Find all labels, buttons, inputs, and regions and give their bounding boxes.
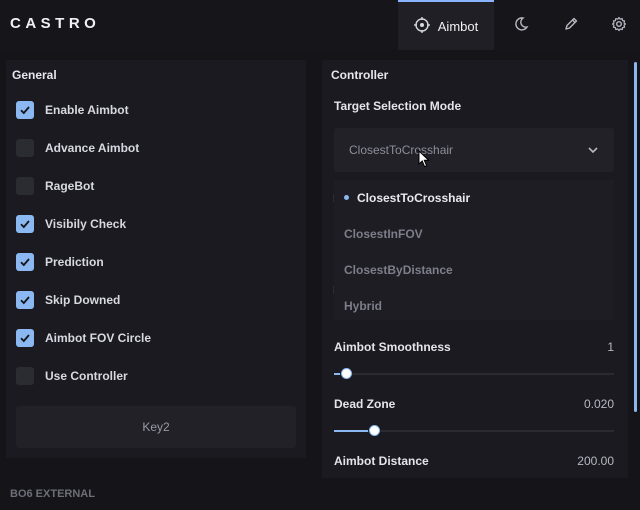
checkbox-enable-aimbot[interactable]: Enable Aimbot	[16, 100, 129, 120]
checkbox-box[interactable]	[16, 101, 34, 119]
checkbox-label: RageBot	[45, 179, 95, 193]
top-bar: CASTRO Aimbot	[0, 0, 640, 50]
checkbox-box[interactable]	[16, 139, 34, 157]
chevron-down-icon	[586, 143, 600, 160]
checkbox-box[interactable]	[16, 215, 34, 233]
checkbox-ragebot[interactable]: RageBot	[16, 176, 94, 196]
checkbox-fov-circle[interactable]: Aimbot FOV Circle	[16, 328, 151, 348]
tab-misc[interactable]	[550, 0, 592, 50]
checkbox-label: Skip Downed	[45, 293, 121, 307]
smoothness-slider[interactable]	[334, 368, 614, 379]
tab-settings[interactable]	[598, 0, 640, 50]
dropdown-option-hybrid[interactable]: Hybrid	[344, 299, 382, 313]
checkbox-advance-aimbot[interactable]: Advance Aimbot	[16, 138, 139, 158]
check-icon	[20, 258, 30, 267]
controller-title: Controller	[331, 68, 389, 82]
pen-icon	[563, 16, 579, 35]
checkbox-box[interactable]	[16, 253, 34, 271]
checkbox-label: Use Controller	[45, 369, 128, 383]
dropdown-option-closest-by-distance[interactable]: ClosestByDistance	[344, 263, 453, 277]
checkbox-label: Aimbot FOV Circle	[45, 331, 152, 345]
distance-value: 200.00	[577, 454, 614, 468]
dropdown-option-label: ClosestToCrosshair	[357, 191, 471, 205]
slider-fill	[334, 430, 368, 432]
checkbox-visibility-check[interactable]: Visibily Check	[16, 214, 126, 234]
checkbox-label: Prediction	[45, 255, 104, 269]
general-title: General	[12, 68, 57, 82]
target-mode-label: Target Selection Mode	[334, 99, 462, 113]
check-icon	[20, 334, 30, 343]
mouse-cursor-icon	[418, 149, 430, 171]
check-icon	[20, 296, 30, 305]
checkbox-label: Advance Aimbot	[45, 141, 140, 155]
check-icon	[20, 220, 30, 229]
slider-thumb[interactable]	[368, 425, 380, 436]
checkbox-box[interactable]	[16, 367, 34, 385]
crosshair-icon	[413, 16, 430, 36]
checkbox-box[interactable]	[16, 291, 34, 309]
slider-fill	[334, 373, 340, 375]
selected-dot-icon	[344, 195, 349, 201]
dead-zone-slider[interactable]	[334, 425, 614, 436]
checkbox-label: Enable Aimbot	[45, 103, 129, 117]
controller-scrollbar[interactable]	[634, 62, 637, 412]
target-mode-value: ClosestToCrosshair	[349, 143, 454, 157]
smoothness-value: 1	[607, 340, 614, 354]
dead-zone-label: Dead Zone	[334, 397, 396, 411]
checkbox-use-controller[interactable]: Use Controller	[16, 366, 128, 386]
distance-label: Aimbot Distance	[334, 454, 429, 468]
moon-icon	[513, 16, 529, 35]
checkbox-label: Visibily Check	[45, 217, 127, 231]
slider-thumb[interactable]	[340, 368, 352, 379]
app-logo: CASTRO	[10, 15, 101, 32]
checkbox-box[interactable]	[16, 329, 34, 347]
dead-zone-value: 0.020	[583, 397, 614, 411]
tab-aimbot[interactable]: Aimbot	[398, 0, 494, 50]
checkbox-box[interactable]	[16, 177, 34, 195]
keybind-button[interactable]: Key2	[16, 406, 296, 448]
tab-visuals[interactable]	[500, 0, 542, 50]
target-mode-dropdown: ClosestToCrosshair ClosestInFOV ClosestB…	[334, 180, 614, 320]
checkbox-skip-downed[interactable]: Skip Downed	[16, 290, 120, 310]
checkbox-prediction[interactable]: Prediction	[16, 252, 104, 272]
dropdown-option-closest-in-fov[interactable]: ClosestInFOV	[344, 227, 423, 241]
tab-aimbot-label: Aimbot	[437, 18, 479, 34]
check-icon	[20, 106, 30, 115]
dropdown-option-closest-to-crosshair[interactable]: ClosestToCrosshair	[344, 191, 470, 205]
footer-label: BO6 EXTERNAL	[10, 488, 95, 500]
smoothness-label: Aimbot Smoothness	[334, 340, 451, 354]
gear-icon	[611, 16, 627, 35]
target-mode-select[interactable]: ClosestToCrosshair	[334, 128, 614, 172]
